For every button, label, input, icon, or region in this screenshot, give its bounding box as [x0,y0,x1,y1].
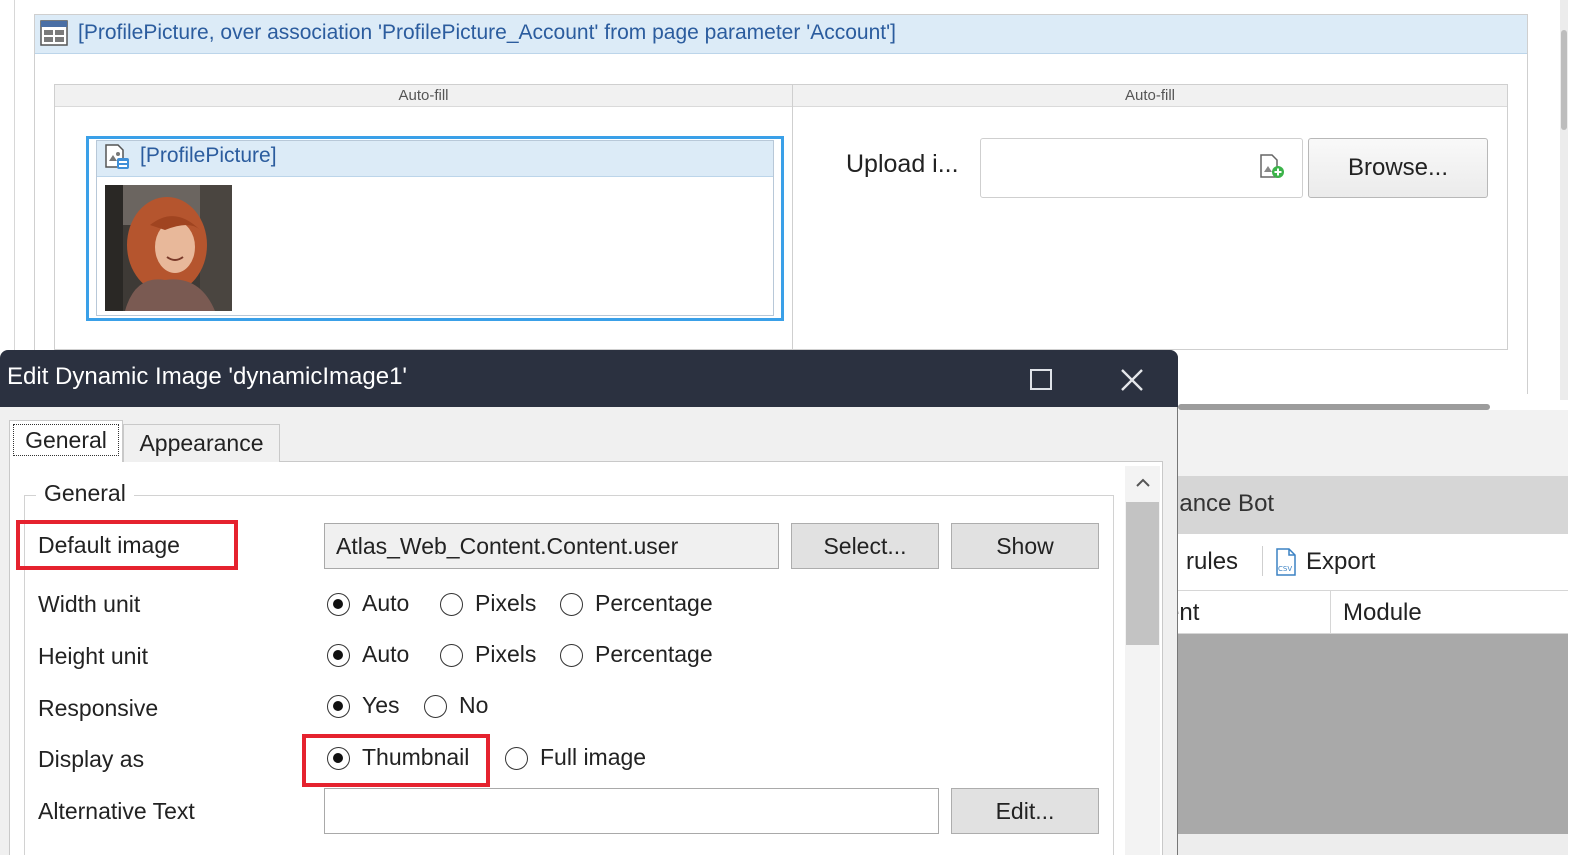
general-group-title: General [36,480,134,507]
alternative-text-field[interactable] [324,788,939,834]
height-unit-percentage-label[interactable]: Percentage [595,641,713,668]
column-divider [792,85,793,350]
default-image-field: Atlas_Web_Content.Content.user [324,523,779,569]
alternative-text-label: Alternative Text [38,798,195,824]
responsive-yes-radio[interactable] [327,695,350,718]
close-icon[interactable] [1116,364,1148,396]
highlight-thumbnail-option [302,734,490,787]
toolbar-separator [1262,546,1263,576]
width-unit-auto-label[interactable]: Auto [362,590,409,617]
width-unit-auto-radio[interactable] [327,593,350,616]
highlight-default-image [16,520,238,570]
width-unit-pixels-label[interactable]: Pixels [475,590,536,617]
dialog-scrollbar-thumb[interactable] [1126,502,1159,645]
display-as-label: Display as [38,746,145,772]
profile-photo-thumbnail [105,185,232,311]
export-button[interactable]: Export [1306,548,1375,576]
width-unit-percentage-radio[interactable] [560,593,583,616]
responsive-label: Responsive [38,695,159,721]
upload-image-label: Upload i... [846,150,959,178]
height-unit-percentage-radio[interactable] [560,644,583,667]
responsive-no-label[interactable]: No [459,692,488,719]
height-unit-pixels-radio[interactable] [440,644,463,667]
responsive-yes-label[interactable]: Yes [362,692,400,719]
data-view-title: [ProfilePicture, over association 'Profi… [78,21,896,44]
maximize-icon[interactable] [1030,369,1052,390]
data-view-icon [40,20,68,46]
tab-general-label[interactable]: General [13,424,119,456]
height-unit-auto-radio[interactable] [327,644,350,667]
width-unit-pixels-radio[interactable] [440,593,463,616]
tab-appearance[interactable]: Appearance [123,424,280,462]
show-image-button[interactable]: Show [951,523,1099,569]
height-unit-pixels-label[interactable]: Pixels [475,641,536,668]
display-as-full-image-radio[interactable] [505,747,528,770]
alternative-text-edit-button[interactable]: Edit... [951,788,1099,834]
dynamic-image-icon [105,144,129,169]
pane-bottom-strip [1178,834,1568,855]
pane-gap [1178,410,1568,476]
responsive-no-radio[interactable] [424,695,447,718]
column-header-autofill-2[interactable]: Auto-fill [793,85,1507,107]
column-separator[interactable] [1330,590,1331,634]
performance-bot-results-area [1178,634,1568,834]
editor-scrollbar-thumb[interactable] [1561,30,1567,130]
csv-export-icon: CSV [1276,548,1296,576]
width-unit-label: Width unit [38,591,141,617]
image-uploader-icon [1260,154,1284,178]
width-unit-percentage-label[interactable]: Percentage [595,590,713,617]
dialog-title: Edit Dynamic Image 'dynamicImage1' [7,363,407,390]
performance-bot-title: nance Bot [1166,490,1275,517]
column-header-autofill-1[interactable]: Auto-fill [55,85,792,107]
height-unit-label: Height unit [38,643,148,669]
display-as-full-image-label[interactable]: Full image [540,744,646,771]
dynamic-image-title: [ProfilePicture] [140,144,277,167]
upload-image-input[interactable] [980,138,1303,198]
svg-text:CSV: CSV [1278,565,1292,573]
select-image-button[interactable]: Select... [791,523,939,569]
scroll-up-arrow-icon[interactable] [1130,470,1156,496]
browse-button[interactable]: Browse... [1308,138,1488,198]
height-unit-auto-label[interactable]: Auto [362,641,409,668]
column-header-module[interactable]: Module [1343,599,1422,627]
